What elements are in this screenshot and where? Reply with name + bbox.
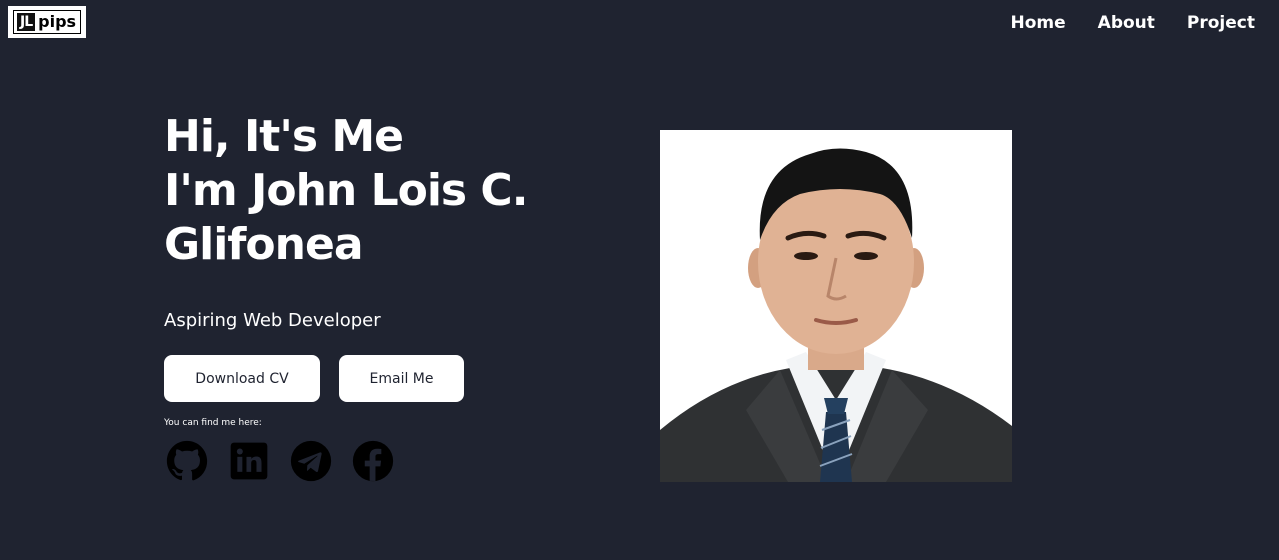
logo-initials: JL: [17, 13, 36, 31]
profile-photo: [660, 130, 1012, 482]
logo-text: pips: [38, 12, 77, 31]
facebook-icon[interactable]: [352, 440, 394, 482]
hero-name-line: I'm John Lois C.: [164, 165, 528, 216]
nav-project[interactable]: Project: [1187, 12, 1255, 34]
hero-greeting: Hi, It's Me: [164, 111, 404, 162]
github-icon[interactable]: [166, 440, 208, 482]
socials-label: You can find me here:: [164, 418, 262, 428]
nav-about[interactable]: About: [1098, 12, 1155, 34]
hero-surname: Glifonea: [164, 219, 364, 270]
telegram-icon[interactable]: [290, 440, 332, 482]
download-cv-button[interactable]: Download CV: [164, 355, 320, 402]
main-nav: Home About Project: [1011, 12, 1255, 34]
logo[interactable]: JL pips: [8, 6, 86, 38]
email-me-button[interactable]: Email Me: [339, 355, 464, 402]
nav-home[interactable]: Home: [1011, 12, 1066, 34]
hero-subtitle: Aspiring Web Developer: [164, 310, 381, 331]
hero-heading: Hi, It's Me I'm John Lois C. Glifonea: [164, 110, 624, 272]
logo-frame: JL pips: [13, 10, 81, 34]
linkedin-icon[interactable]: [228, 440, 270, 482]
social-links: [166, 440, 394, 482]
